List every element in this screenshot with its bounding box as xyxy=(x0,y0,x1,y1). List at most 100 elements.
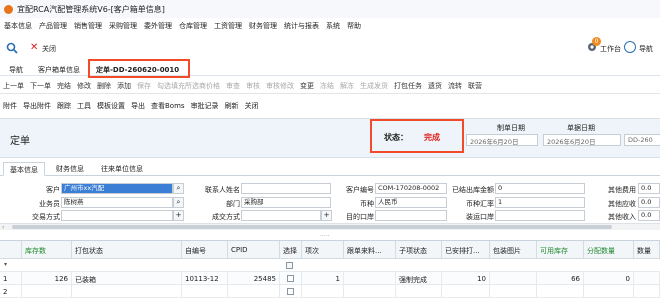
action-item[interactable]: 勾选填充所选商价格 xyxy=(157,81,220,91)
column-header[interactable]: 包装图片 xyxy=(490,241,537,259)
column-header[interactable]: 选择 xyxy=(280,241,302,259)
action-item[interactable]: 联营 xyxy=(468,81,482,91)
table-cell[interactable]: 66 xyxy=(537,272,584,285)
paid-amount-field[interactable]: 0 xyxy=(495,183,585,194)
customer-field[interactable]: 广州市xx汽配 xyxy=(61,183,173,194)
toolbar-item[interactable]: 工具 xyxy=(77,101,91,111)
other-income-field[interactable]: 0.0 xyxy=(638,210,660,221)
table-cell[interactable]: 10 xyxy=(442,272,490,285)
customer-no-field[interactable]: COM-170208-0002 xyxy=(375,183,447,194)
table-cell[interactable]: 25485 xyxy=(228,272,280,285)
compass-icon[interactable] xyxy=(624,41,636,53)
table-cell[interactable] xyxy=(344,285,396,298)
form-scrollbar[interactable]: ‹ xyxy=(0,223,660,231)
table-cell[interactable] xyxy=(396,285,442,298)
table-cell[interactable] xyxy=(537,285,584,298)
menu-item[interactable]: 采购管理 xyxy=(109,21,137,31)
tab-partner-info[interactable]: 往来单位信息 xyxy=(95,162,149,176)
department-field[interactable]: 采购部 xyxy=(241,197,331,208)
menu-item[interactable]: 仓库管理 xyxy=(179,21,207,31)
action-item[interactable]: 完结 xyxy=(57,81,71,91)
column-header[interactable]: 库存数 xyxy=(22,241,72,259)
toolbar-item[interactable]: 刷新 xyxy=(225,101,239,111)
exchange-rate-field[interactable]: 1 xyxy=(495,197,585,208)
select-cell[interactable] xyxy=(280,285,302,298)
salesperson-lookup-icon[interactable]: ⌕ xyxy=(173,197,184,208)
table-cell[interactable] xyxy=(584,285,634,298)
action-item[interactable]: 修改 xyxy=(77,81,91,91)
filter-icon[interactable]: ▾ xyxy=(4,261,7,268)
search-icon[interactable] xyxy=(6,42,18,56)
tab-basic-info[interactable]: 基本信息 xyxy=(3,162,45,176)
column-header[interactable]: 已安排打... xyxy=(442,241,490,259)
action-item[interactable]: 遗货 xyxy=(428,81,442,91)
shipping-port-select[interactable] xyxy=(495,210,585,221)
workbench-button[interactable]: 工作台 xyxy=(600,44,621,54)
tab-order[interactable]: 定单-DD-260620-0010 xyxy=(88,59,190,78)
scroll-left-icon[interactable]: ‹ xyxy=(2,224,4,231)
bill-date-field[interactable]: 2026年6月20日 xyxy=(543,134,621,146)
action-item[interactable]: 审查 xyxy=(226,81,240,91)
row-select-checkbox[interactable] xyxy=(287,275,294,282)
menu-item[interactable]: 财务管理 xyxy=(249,21,277,31)
menu-item[interactable]: 产品管理 xyxy=(39,21,67,31)
column-header[interactable]: 打包状态 xyxy=(72,241,182,259)
column-header[interactable]: 子项状态 xyxy=(396,241,442,259)
toolbar-item[interactable]: 模板设置 xyxy=(97,101,125,111)
action-item[interactable]: 审核 xyxy=(246,81,260,91)
scroll-thumb[interactable] xyxy=(12,225,612,229)
column-header[interactable]: CPID xyxy=(228,241,280,259)
trade-mode-add-icon[interactable]: + xyxy=(173,210,184,221)
table-cell[interactable]: 已装箱 xyxy=(72,272,182,285)
nav-button[interactable]: 导航 xyxy=(639,44,653,54)
customer-lookup-icon[interactable]: ⌕ xyxy=(173,183,184,194)
tab-nav[interactable]: 导航 xyxy=(9,65,23,75)
destination-port-select[interactable] xyxy=(375,210,447,221)
table-cell[interactable] xyxy=(490,285,537,298)
action-item[interactable]: 下一单 xyxy=(30,81,51,91)
other-fee-field[interactable]: 0.0 xyxy=(638,183,660,194)
select-cell[interactable] xyxy=(280,272,302,285)
tab-finance-info[interactable]: 财务信息 xyxy=(50,162,90,176)
toolbar-item[interactable]: 导出 xyxy=(131,101,145,111)
table-cell[interactable] xyxy=(72,285,182,298)
close-icon[interactable]: ✕ xyxy=(30,42,38,53)
action-item[interactable]: 打包任务 xyxy=(394,81,422,91)
tab-customer-packing[interactable]: 客户箱单信息 xyxy=(38,65,80,75)
trade-mode-select[interactable] xyxy=(61,210,173,221)
menu-item[interactable]: 基本信息 xyxy=(4,21,32,31)
make-date-field[interactable]: 2026年6月20日 xyxy=(466,134,538,146)
action-item[interactable]: 生成发货 xyxy=(360,81,388,91)
table-cell[interactable] xyxy=(228,285,280,298)
contact-field[interactable] xyxy=(241,183,331,194)
action-item[interactable]: 解冻 xyxy=(340,81,354,91)
toolbar-item[interactable]: 审批记录 xyxy=(191,101,219,111)
table-cell[interactable] xyxy=(182,285,228,298)
action-item[interactable]: 变更 xyxy=(300,81,314,91)
menu-item[interactable]: 统计与报表 xyxy=(284,21,319,31)
menu-item[interactable]: 帮助 xyxy=(347,21,361,31)
column-header[interactable]: 跟单来料... xyxy=(344,241,396,259)
action-item[interactable]: 保存 xyxy=(137,81,151,91)
currency-select[interactable]: 人民币 xyxy=(375,197,447,208)
action-item[interactable]: 添加 xyxy=(117,81,131,91)
table-cell[interactable]: 0 xyxy=(584,272,634,285)
filter-row[interactable]: ▾ xyxy=(0,259,660,272)
column-header[interactable]: 数量 xyxy=(634,241,660,259)
toolbar-item[interactable]: 关闭 xyxy=(245,101,259,111)
toolbar-item[interactable]: 查看Boms xyxy=(151,101,185,111)
menu-item[interactable]: 销售管理 xyxy=(74,21,102,31)
menu-item[interactable]: 系统 xyxy=(326,21,340,31)
doc-number-field[interactable]: DD-260 xyxy=(624,134,660,146)
table-cell[interactable]: 126 xyxy=(22,272,72,285)
table-cell[interactable] xyxy=(22,285,72,298)
column-header[interactable]: 可用库存 xyxy=(537,241,584,259)
table-cell[interactable] xyxy=(302,285,344,298)
toolbar-item[interactable]: 导出附件 xyxy=(23,101,51,111)
action-item[interactable]: 冻结 xyxy=(320,81,334,91)
toolbar-item[interactable]: 附件 xyxy=(3,101,17,111)
column-header[interactable]: 自编号 xyxy=(182,241,228,259)
table-row[interactable]: 1 126 已装箱 10113-12 25485 1 强制完成 10 66 0 xyxy=(0,272,660,285)
action-item[interactable]: 流转 xyxy=(448,81,462,91)
toolbar-item[interactable]: 跟踪 xyxy=(57,101,71,111)
